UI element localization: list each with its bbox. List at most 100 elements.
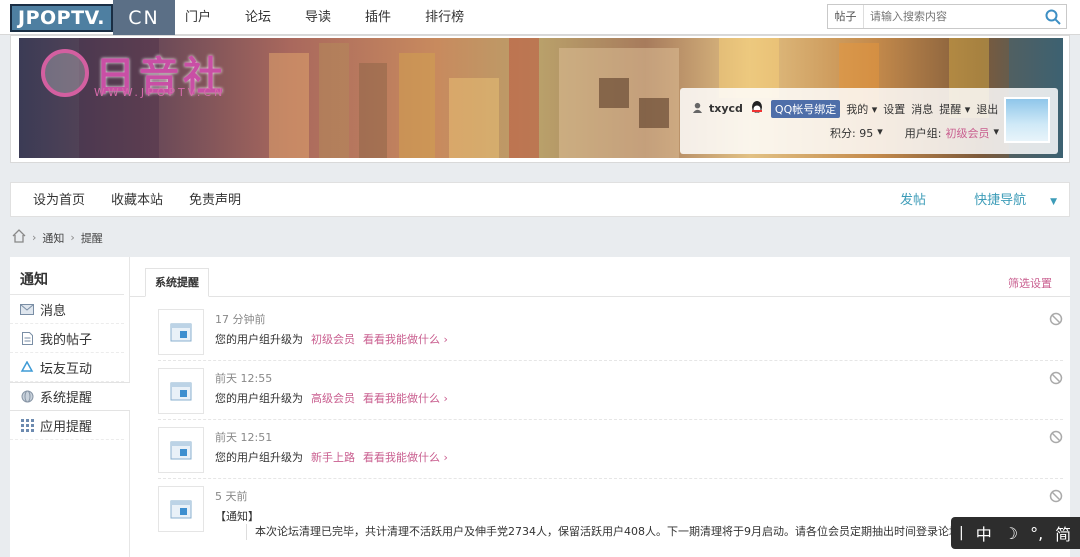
qq-icon	[749, 99, 765, 118]
set-homepage-link[interactable]: 设为首页	[33, 183, 85, 218]
logo-sub-text: CN	[113, 0, 176, 35]
group-name-link[interactable]: 初级会员	[311, 331, 355, 347]
my-menu[interactable]: 我的 ▾	[846, 101, 877, 117]
sidebar-item-my-posts[interactable]: 我的帖子	[10, 324, 124, 353]
group-name-link[interactable]: 新手上路	[311, 449, 355, 465]
notification-body: 本次论坛清理已完毕，共计清理不活跃用户及伸手党2734人，保留活跃用户408人。…	[246, 524, 1004, 540]
sidebar: 通知 消息 我的帖子 坛友互动 系统提醒 应用提醒	[10, 257, 130, 557]
banner-block	[319, 43, 349, 158]
messages-link[interactable]: 消息	[911, 101, 933, 117]
sidebar-item-label: 系统提醒	[40, 391, 93, 406]
delete-icon[interactable]	[1049, 430, 1063, 444]
delete-icon[interactable]	[1049, 312, 1063, 326]
disclaimer-link[interactable]: 免责声明	[189, 183, 241, 218]
document-icon	[20, 331, 34, 345]
delete-icon[interactable]	[1049, 371, 1063, 385]
notification-prefix: 您的用户组升级为	[215, 451, 303, 464]
banner-block	[639, 98, 669, 128]
group-value[interactable]: 初级会员	[945, 125, 989, 141]
system-notice-icon	[158, 427, 204, 473]
notification-prefix: 您的用户组升级为	[215, 333, 303, 346]
notification-title: 【通知】	[215, 510, 259, 523]
see-what-i-can-do-link[interactable]: 看看我能做什么 ›	[363, 331, 448, 347]
breadcrumb-separator-icon: ›	[70, 231, 75, 244]
system-notice-icon	[158, 486, 204, 532]
banner-block	[599, 78, 629, 108]
points-caret-icon[interactable]: ▾	[877, 125, 883, 141]
group-name-link[interactable]: 高级会员	[311, 390, 355, 406]
group-label: 用户组:	[904, 127, 942, 140]
notification-content: 系统提醒 筛选设置 17 分钟前 您的用户组升级为 初级会员 看看我能做什么 ›…	[130, 257, 1070, 557]
nav-portal[interactable]: 门户	[185, 0, 211, 35]
search-input[interactable]	[864, 10, 1040, 23]
nav-plugins[interactable]: 插件	[365, 0, 391, 35]
sidebar-item-system-reminders[interactable]: 系统提醒	[10, 382, 130, 411]
banner-block	[449, 78, 499, 158]
sidebar-item-app-reminders[interactable]: 应用提醒	[10, 411, 124, 440]
avatar[interactable]	[1004, 97, 1050, 143]
quick-nav-menu[interactable]: 快捷导航 ▼	[950, 183, 1057, 220]
ime-chinese-mode[interactable]: 中	[976, 521, 992, 545]
sub-navigation: 设为首页 收藏本站 免责声明 发帖 快捷导航 ▼	[10, 182, 1070, 217]
site-logo[interactable]: JPOPTV. CN	[10, 0, 176, 35]
breadcrumb-notice[interactable]: 通知	[42, 230, 64, 246]
new-post-button[interactable]: 发帖	[900, 183, 926, 220]
header-banner-frame: 日音社 WWW.JPOPTV.CN txycd QQ帐号绑定 我的 ▾ 设置 消…	[10, 35, 1070, 163]
moon-icon[interactable]: ☽	[1004, 524, 1018, 543]
user-stats-row: 积分: 95 ▾ 用户组: 初级会员 ▾	[830, 125, 1003, 141]
notification-prefix: 您的用户组升级为	[215, 392, 303, 405]
nav-guide[interactable]: 导读	[305, 0, 331, 35]
notification-time: 17 分钟前	[215, 313, 266, 326]
ime-punctuation[interactable]: °,	[1030, 524, 1043, 543]
tab-bar: 系统提醒 筛选设置	[130, 257, 1070, 297]
logout-link[interactable]: 退出	[976, 101, 998, 117]
list-item: 5 天前 【通知】 本次论坛清理已完毕，共计清理不活跃用户及伸手党2734人，保…	[158, 479, 1063, 557]
sidebar-item-label: 应用提醒	[40, 419, 93, 435]
system-notice-icon	[158, 309, 204, 355]
banner-block	[399, 53, 435, 158]
settings-link[interactable]: 设置	[883, 101, 905, 117]
globe-icon	[20, 390, 34, 404]
tab-system-reminders[interactable]: 系统提醒	[145, 268, 209, 297]
notification-text: 您的用户组升级为 新手上路 看看我能做什么 ›	[215, 449, 456, 465]
delete-icon[interactable]	[1049, 489, 1063, 503]
sidebar-item-messages[interactable]: 消息	[10, 295, 124, 324]
ime-drag-handle[interactable]: |	[959, 525, 964, 541]
filter-settings-link[interactable]: 筛选设置	[1008, 275, 1052, 291]
main-nav: 门户 论坛 导读 插件 排行榜	[185, 0, 498, 35]
ime-toolbar[interactable]: | 中 ☽ °, 简	[951, 517, 1080, 549]
banner-logo-url: WWW.JPOPTV.CN	[94, 86, 226, 99]
breadcrumb: › 通知 › 提醒	[12, 229, 109, 246]
home-icon[interactable]	[12, 229, 26, 246]
notification-text: 您的用户组升级为 初级会员 看看我能做什么 ›	[215, 331, 456, 347]
sidebar-item-label: 消息	[40, 303, 67, 319]
see-what-i-can-do-link[interactable]: 看看我能做什么 ›	[363, 390, 448, 406]
user-info-box: txycd QQ帐号绑定 我的 ▾ 设置 消息 提醒 ▾ 退出 积分: 95 ▾…	[680, 88, 1058, 154]
sidebar-item-interactions[interactable]: 坛友互动	[10, 353, 124, 382]
search-bar: 帖子	[827, 4, 1067, 29]
reminders-menu[interactable]: 提醒 ▾	[939, 101, 970, 117]
banner-block	[509, 38, 539, 158]
ime-simplified-mode[interactable]: 简	[1055, 521, 1071, 545]
system-notice-icon	[158, 368, 204, 414]
bookmark-site-link[interactable]: 收藏本站	[111, 183, 163, 218]
recycle-icon	[20, 360, 34, 374]
grid-icon	[20, 418, 34, 432]
banner-block	[359, 63, 387, 158]
chevron-down-icon: ▼	[1050, 197, 1057, 207]
sidebar-item-label: 坛友互动	[40, 361, 93, 377]
breadcrumb-reminder[interactable]: 提醒	[81, 230, 103, 246]
nav-forum[interactable]: 论坛	[245, 0, 271, 35]
points-label[interactable]: 积分: 95	[830, 125, 873, 141]
envelope-icon	[20, 302, 34, 316]
search-icon[interactable]	[1040, 5, 1066, 28]
notification-time: 前天 12:55	[215, 372, 273, 385]
subnav-left: 设为首页 收藏本站 免责声明	[33, 183, 267, 218]
group-caret-icon[interactable]: ▾	[993, 125, 999, 141]
username[interactable]: txycd	[709, 102, 743, 115]
nav-ranking[interactable]: 排行榜	[425, 0, 464, 35]
list-item: 前天 12:51 您的用户组升级为 新手上路 看看我能做什么 ›	[158, 420, 1063, 479]
see-what-i-can-do-link[interactable]: 看看我能做什么 ›	[363, 449, 448, 465]
qq-bind-button[interactable]: QQ帐号绑定	[770, 99, 841, 118]
search-type-select[interactable]: 帖子	[828, 5, 864, 28]
